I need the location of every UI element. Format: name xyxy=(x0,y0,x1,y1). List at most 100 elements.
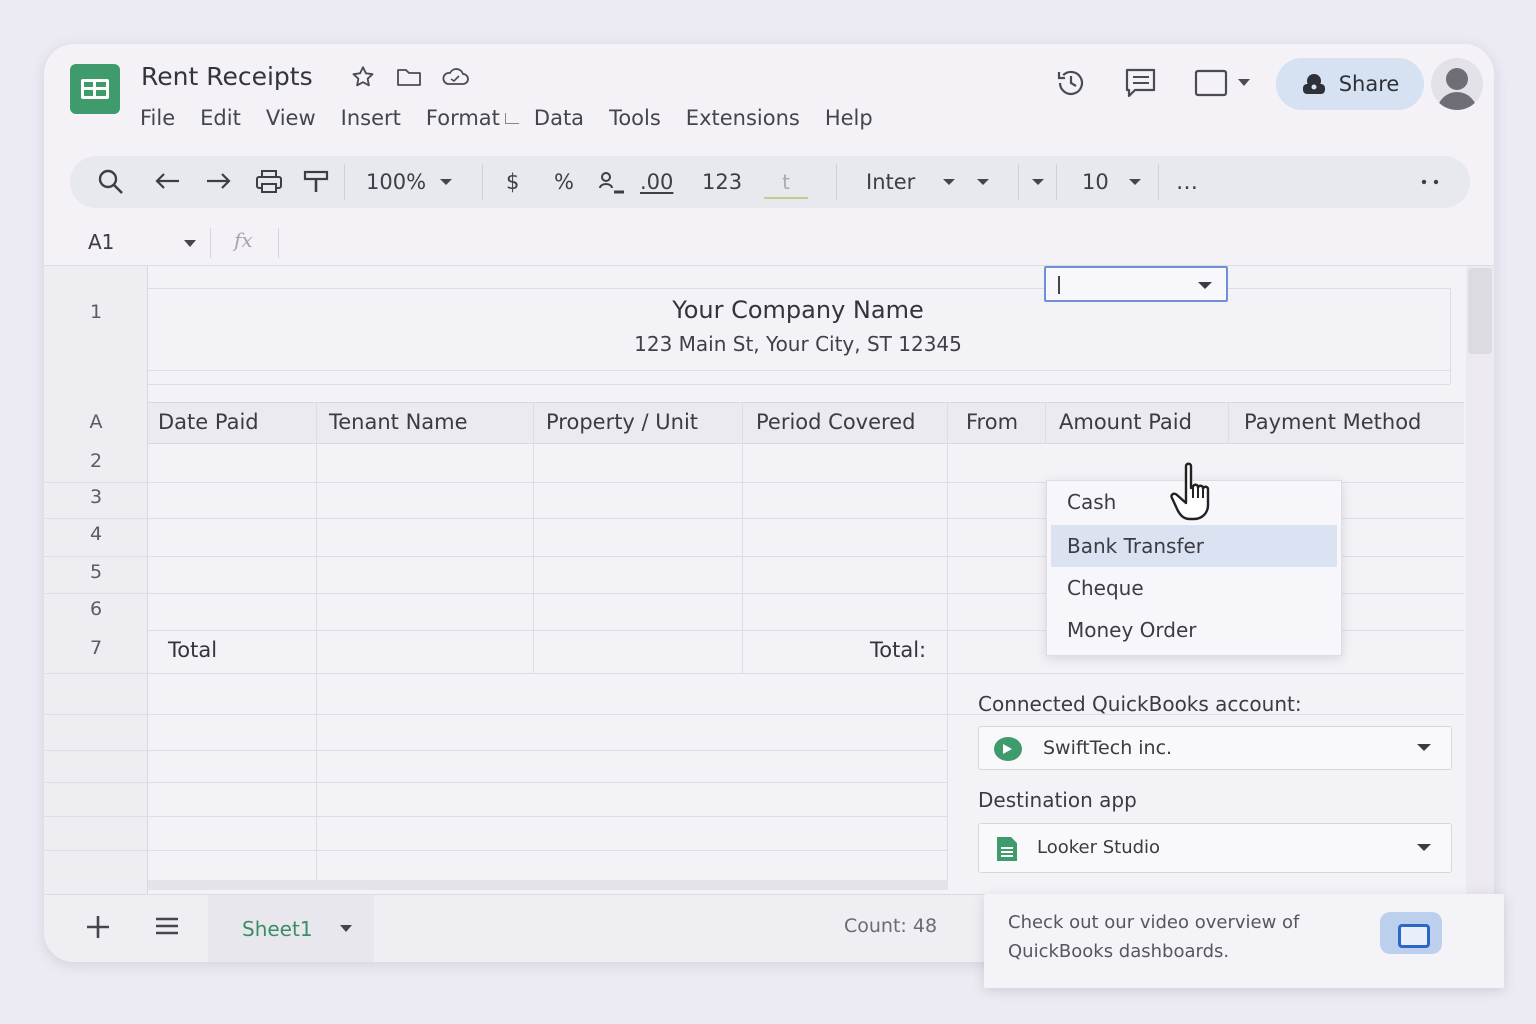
text-color-icon[interactable]: t xyxy=(764,156,808,208)
horizontal-scrollbar[interactable] xyxy=(148,880,948,890)
more-tools-label: … xyxy=(1176,169,1200,195)
folder-icon[interactable] xyxy=(395,65,423,95)
quickbooks-account-value: SwiftTech inc. xyxy=(1043,737,1173,759)
menu-format-wrap: Format xyxy=(426,106,519,130)
total-label: Total xyxy=(168,638,218,662)
menu-view[interactable]: View xyxy=(266,106,316,130)
video-overview-toast: Check out our video overview of QuickBoo… xyxy=(984,894,1504,988)
chevron-down-icon[interactable] xyxy=(340,925,352,932)
company-address: 123 Main St, Your City, ST 12345 xyxy=(634,332,962,356)
fx-icon: fx xyxy=(234,228,253,252)
menu-file[interactable]: File xyxy=(140,106,175,130)
hand-pointer-icon xyxy=(1168,458,1234,528)
text-cursor xyxy=(1058,276,1060,294)
paint-format-icon[interactable] xyxy=(302,156,330,208)
cloud-status-icon[interactable] xyxy=(440,65,470,95)
quickbooks-account-select[interactable]: SwiftTech inc. xyxy=(978,726,1452,770)
formula-input[interactable] xyxy=(284,224,1464,260)
row-number[interactable]: 5 xyxy=(44,561,148,583)
chevron-down-icon xyxy=(1417,744,1431,751)
number-format-button[interactable]: 123 xyxy=(702,156,742,208)
header-date-paid[interactable]: Date Paid xyxy=(158,410,259,434)
row-number[interactable]: 2 xyxy=(44,450,148,472)
overflow-menu-icon[interactable] xyxy=(1420,156,1442,208)
scrollbar-thumb[interactable] xyxy=(1468,268,1492,354)
sheet-tab[interactable]: Sheet1 xyxy=(208,895,374,962)
destination-app-value: Looker Studio xyxy=(1037,837,1161,858)
chevron-down-icon xyxy=(943,179,956,185)
quickbooks-icon xyxy=(994,737,1022,761)
header-from[interactable]: From xyxy=(966,410,1018,434)
undo-icon[interactable] xyxy=(154,156,182,208)
print-icon[interactable] xyxy=(254,156,284,208)
add-sheet-icon[interactable] xyxy=(84,913,112,945)
row-number[interactable]: A xyxy=(44,411,148,433)
video-play-icon[interactable] xyxy=(1380,912,1442,954)
header-payment-method[interactable]: Payment Method xyxy=(1244,410,1421,434)
destination-app-label: Destination app xyxy=(978,788,1137,812)
document-title[interactable]: Rent Receipts xyxy=(141,62,313,91)
share-label: Share xyxy=(1338,72,1400,96)
increase-decimal-button[interactable]: .00 xyxy=(640,156,673,208)
option-bank-transfer[interactable]: Bank Transfer xyxy=(1051,525,1337,567)
share-button[interactable]: Share xyxy=(1276,58,1424,110)
vertical-scrollbar[interactable] xyxy=(1466,266,1494,894)
destination-app-select[interactable]: Looker Studio xyxy=(978,823,1452,873)
header-period-covered[interactable]: Period Covered xyxy=(756,410,915,434)
menu-data[interactable]: Data xyxy=(534,106,584,130)
header-property-unit[interactable]: Property / Unit xyxy=(546,410,698,434)
option-money-order[interactable]: Money Order xyxy=(1051,609,1337,651)
toast-message: Check out our video overview of QuickBoo… xyxy=(1008,912,1300,962)
menu-tools[interactable]: Tools xyxy=(609,106,661,130)
row-number[interactable]: 7 xyxy=(44,637,148,659)
decimal-label: .00 xyxy=(640,170,674,194)
menu-insert[interactable]: Insert xyxy=(341,106,401,130)
lock-icon xyxy=(1302,74,1325,94)
quickbooks-account-label: Connected QuickBooks account: xyxy=(978,692,1302,716)
menu-edit[interactable]: Edit xyxy=(200,106,241,130)
menu-help[interactable]: Help xyxy=(825,106,873,130)
history-icon[interactable] xyxy=(1054,66,1088,104)
currency-format-button[interactable]: $ xyxy=(506,156,519,208)
menu-extensions[interactable]: Extensions xyxy=(686,106,800,130)
decrease-decimal-icon[interactable] xyxy=(598,156,626,208)
row-number[interactable]: 1 xyxy=(44,301,148,323)
name-box[interactable]: A1 xyxy=(88,230,114,254)
chevron-down-icon xyxy=(1032,179,1044,185)
avatar[interactable] xyxy=(1431,58,1483,110)
percent-format-button[interactable]: % xyxy=(554,156,574,208)
chevron-down-icon[interactable] xyxy=(184,240,196,247)
present-meet-icon[interactable] xyxy=(1194,68,1258,102)
search-icon[interactable] xyxy=(96,156,126,208)
more-tools-button[interactable]: … xyxy=(1176,156,1200,208)
sheets-logo-icon[interactable] xyxy=(70,64,120,114)
header-amount-paid[interactable]: Amount Paid xyxy=(1059,410,1192,434)
header-tenant-name[interactable]: Tenant Name xyxy=(329,410,468,434)
active-cell-editor[interactable] xyxy=(1044,266,1228,302)
chevron-down-icon[interactable] xyxy=(1198,282,1212,289)
formula-bar: A1 fx xyxy=(44,220,1494,266)
font-family-select[interactable]: Inter xyxy=(866,156,990,208)
font-size-select[interactable]: 10 xyxy=(1082,156,1141,208)
zoom-select[interactable]: 100% xyxy=(366,156,453,208)
all-sheets-menu-icon[interactable] xyxy=(154,915,180,941)
star-icon[interactable] xyxy=(350,64,376,96)
redo-icon[interactable] xyxy=(204,156,232,208)
style-dropdown[interactable] xyxy=(1018,156,1044,208)
font-size-value: 10 xyxy=(1082,170,1109,194)
row-number[interactable]: 6 xyxy=(44,598,148,620)
sheets-file-icon xyxy=(997,837,1017,861)
chevron-down-icon xyxy=(977,179,990,185)
total-value-label: Total: xyxy=(870,638,927,662)
sheet-tab-label: Sheet1 xyxy=(242,917,313,941)
row-number[interactable]: 3 xyxy=(44,486,148,508)
comment-icon[interactable] xyxy=(1123,66,1159,104)
row-number[interactable]: 4 xyxy=(44,523,148,545)
option-cheque[interactable]: Cheque xyxy=(1051,567,1337,609)
menu-format[interactable]: Format xyxy=(426,106,500,130)
status-count[interactable]: Count: 48 xyxy=(844,915,937,937)
toolbar: 100% $ % .00 123 t Inter 10 … xyxy=(70,156,1470,208)
currency-label: $ xyxy=(506,170,520,194)
font-family-value: Inter xyxy=(866,170,916,194)
zoom-value: 100% xyxy=(366,170,427,194)
